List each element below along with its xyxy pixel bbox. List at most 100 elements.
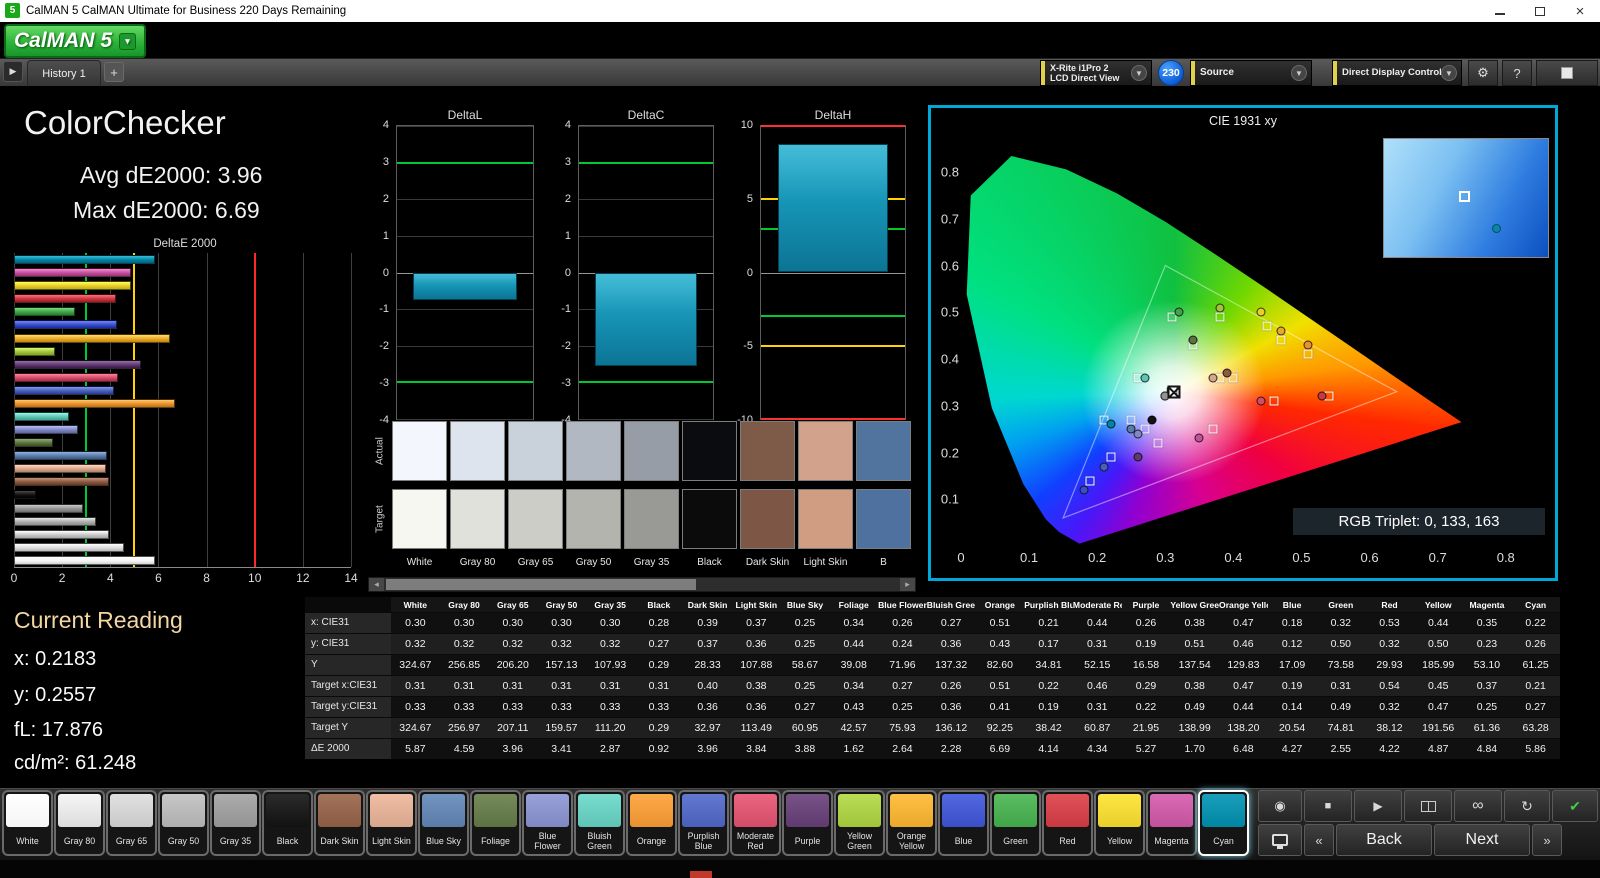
col-header-bluish-green: Bluish Green xyxy=(926,597,976,612)
scroll-left-button[interactable]: ◂ xyxy=(369,578,384,591)
scrollbar-track[interactable] xyxy=(384,578,900,591)
x-tick-label: 6 xyxy=(155,571,162,585)
patch-button-dark-skin[interactable]: Dark Skin xyxy=(314,790,365,856)
deltae-bar-row-gray-50 xyxy=(14,515,351,528)
patch-button-white[interactable]: White xyxy=(2,790,53,856)
cell-x-cie31-orange-yellow: 0.47 xyxy=(1219,612,1268,633)
stop-button[interactable]: ■ xyxy=(1304,790,1352,822)
continuous-button[interactable]: ∞ xyxy=(1454,790,1502,822)
swatch-labels: White Gray 80 Gray 65 Gray 50 Gray 35 Black Da… xyxy=(392,557,916,571)
patch-button-red[interactable]: Red xyxy=(1042,790,1093,856)
actual-swatch-light-skin xyxy=(798,421,853,481)
cell-target-y-cie31-foliage: 0.43 xyxy=(829,696,879,717)
patch-label-dark-skin: Dark Skin xyxy=(320,835,359,846)
display-control-dropdown[interactable]: Direct Display Control ▼ xyxy=(1332,60,1462,86)
source-dropdown[interactable]: Source ▼ xyxy=(1190,60,1312,86)
pattern-button[interactable] xyxy=(1404,790,1452,822)
patch-button-black[interactable]: Black xyxy=(262,790,313,856)
deltae-bar-row-red xyxy=(14,292,351,305)
patch-button-gray-65[interactable]: Gray 65 xyxy=(106,790,157,856)
logo-dropdown-button[interactable]: ▾ xyxy=(119,32,137,50)
cell-target-y-foliage: 42.57 xyxy=(829,717,879,738)
next-button[interactable]: Next xyxy=(1434,824,1530,856)
patch-button-light-skin[interactable]: Light Skin xyxy=(366,790,417,856)
swatch-column-label: Gray 65 xyxy=(517,557,554,568)
cell-target-y-cie31-orange: 0.41 xyxy=(975,696,1025,717)
patch-swatch-bluish-green xyxy=(578,794,621,827)
refresh-button[interactable]: ↻ xyxy=(1504,790,1550,822)
window-mode-button[interactable] xyxy=(1536,60,1598,86)
patch-button-green[interactable]: Green xyxy=(990,790,1041,856)
patch-button-orange-yellow[interactable]: Orange Yellow xyxy=(886,790,937,856)
close-button[interactable]: × xyxy=(1560,0,1600,22)
play-button[interactable]: ▶ xyxy=(1354,790,1402,822)
patch-button-yellow[interactable]: Yellow xyxy=(1094,790,1145,856)
patch-button-purplish-blue[interactable]: Purplish Blue xyxy=(678,790,729,856)
calman-logo: CalMAN 5 ▾ xyxy=(4,24,147,58)
tab-history-1[interactable]: History 1 xyxy=(27,60,101,86)
patch-button-bluish-green[interactable]: Bluish Green xyxy=(574,790,625,856)
patch-button-moderate-red[interactable]: Moderate Red xyxy=(730,790,781,856)
last-button[interactable]: » xyxy=(1532,824,1562,856)
patch-button-blue-flower[interactable]: Blue Flower xyxy=(522,790,573,856)
cell-target-x-cie31-purple: 0.29 xyxy=(1121,675,1171,696)
meter-line1: X-Rite i1Pro 2 xyxy=(1050,62,1109,73)
deltae-bar-row-foliage xyxy=(14,436,351,449)
patch-label-gray-35: Gray 35 xyxy=(219,835,252,846)
first-button[interactable]: « xyxy=(1304,824,1334,856)
cell-target-y-cie31-light-skin: 0.36 xyxy=(731,696,781,717)
cell-y-foliage: 39.08 xyxy=(829,654,879,675)
minimize-icon xyxy=(1495,13,1505,15)
cell-target-y-cie31-blue-sky: 0.27 xyxy=(780,696,830,717)
col-header-blue: Blue xyxy=(1267,597,1317,612)
patch-button-gray-80[interactable]: Gray 80 xyxy=(54,790,105,856)
cell-y-blue-flower: 71.96 xyxy=(878,654,927,675)
cie-white-point-marker xyxy=(1167,385,1181,399)
chevron-down-icon: ▼ xyxy=(1441,65,1457,81)
col-header-gray-50: Gray 50 xyxy=(537,597,586,612)
display-button[interactable] xyxy=(1258,824,1302,856)
meter-dropdown[interactable]: X-Rite i1Pro 2 LCD Direct View ▼ xyxy=(1040,60,1152,86)
y-tick-label: -2 xyxy=(561,340,571,353)
patch-button-gray-35[interactable]: Gray 35 xyxy=(210,790,261,856)
cell-target-x-cie31-light-skin: 0.38 xyxy=(731,675,781,696)
cell-x-cie31-white: 0.30 xyxy=(391,612,440,633)
tab-expander-button[interactable]: ▶ xyxy=(3,61,23,82)
deltae-bar-row-orange-yellow xyxy=(14,331,351,344)
cell-x-cie31-cyan: 0.22 xyxy=(1511,612,1560,633)
scrollbar-thumb[interactable] xyxy=(386,579,696,590)
cell-target-y-cie31-magenta: 0.25 xyxy=(1462,696,1512,717)
patch-button-foliage[interactable]: Foliage xyxy=(470,790,521,856)
cie-target-blue xyxy=(1085,476,1095,486)
y-tick-label: 4 xyxy=(564,119,571,131)
add-tab-button[interactable]: + xyxy=(104,62,124,82)
meter-status-badge: 230 xyxy=(1158,60,1184,86)
patch-button-yellow-green[interactable]: Yellow Green xyxy=(834,790,885,856)
patch-label-gray-80: Gray 80 xyxy=(63,835,96,846)
settings-button[interactable]: ⚙ xyxy=(1468,60,1498,86)
cie-measured-bluish-green xyxy=(1140,373,1150,383)
scroll-right-button[interactable]: ▸ xyxy=(900,578,915,591)
confirm-button[interactable]: ✔ xyxy=(1552,790,1598,822)
deltac-plot xyxy=(578,125,714,420)
aperture-button[interactable]: ◉ xyxy=(1258,790,1302,822)
swatch-scrollbar[interactable]: ◂ ▸ xyxy=(368,577,916,592)
back-button[interactable]: Back xyxy=(1336,824,1432,856)
patch-button-blue[interactable]: Blue xyxy=(938,790,989,856)
cell-x-cie31-blue-sky: 0.25 xyxy=(780,612,830,633)
cell-x-cie31-moderate-red: 0.44 xyxy=(1072,612,1122,633)
patch-button-orange[interactable]: Orange xyxy=(626,790,677,856)
patch-button-purple[interactable]: Purple xyxy=(782,790,833,856)
help-button[interactable]: ? xyxy=(1502,60,1532,86)
gridline xyxy=(579,199,713,201)
maximize-button[interactable] xyxy=(1520,0,1560,22)
patch-button-cyan[interactable]: Cyan xyxy=(1198,790,1249,856)
cell-y-purple: 16.58 xyxy=(1121,654,1171,675)
gridline xyxy=(397,126,533,127)
minimize-button[interactable] xyxy=(1480,0,1520,22)
patch-button-magenta[interactable]: Magenta xyxy=(1146,790,1197,856)
cie-measured-green xyxy=(1174,307,1184,317)
patch-button-gray-50[interactable]: Gray 50 xyxy=(158,790,209,856)
deltae-chart xyxy=(14,253,352,568)
patch-button-blue-sky[interactable]: Blue Sky xyxy=(418,790,469,856)
